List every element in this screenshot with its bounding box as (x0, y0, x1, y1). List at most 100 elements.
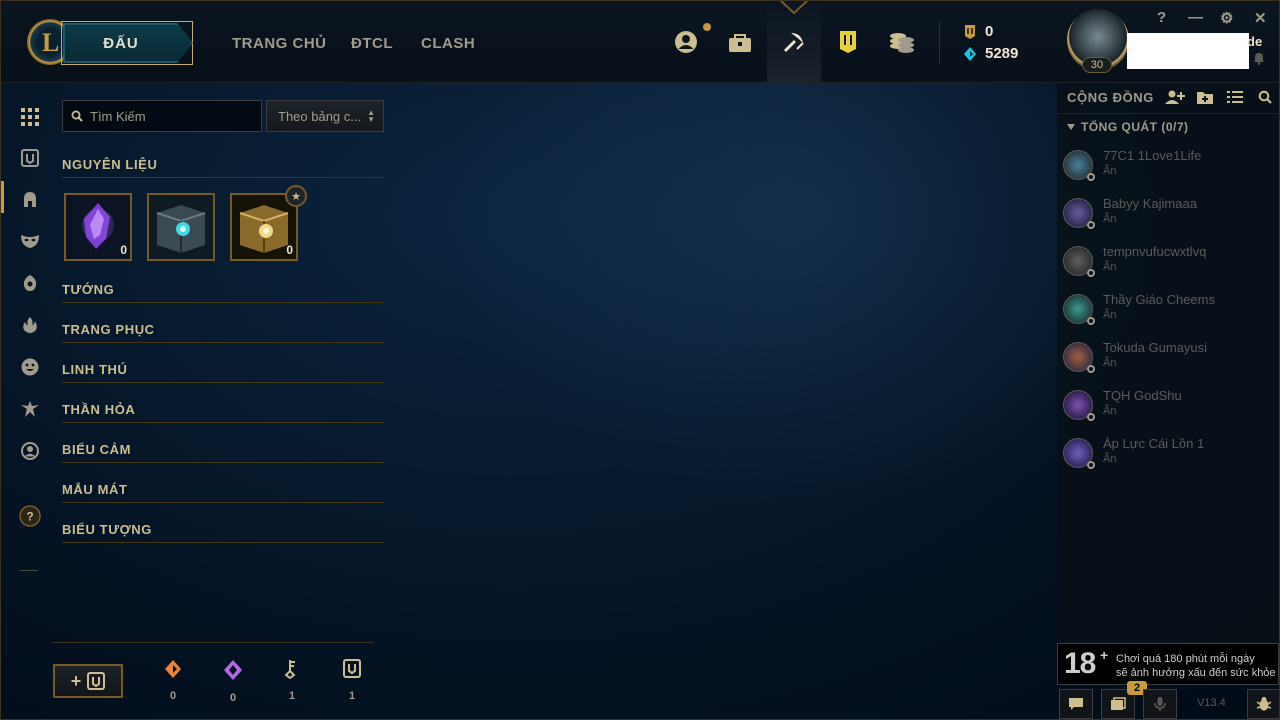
category-label: LINH THÚ (62, 362, 128, 377)
friend-item[interactable]: Tokuda Gumayusi Ẩn (1057, 337, 1279, 383)
friend-status: Ẩn (1103, 213, 1117, 225)
category-skins[interactable]: TRANG PHỤC (62, 321, 384, 343)
offline-status-icon (1087, 317, 1095, 325)
rail-separator (20, 570, 38, 571)
search-icon (71, 110, 83, 122)
item-count: 0 (120, 243, 127, 257)
riot-points-display[interactable]: 0 (963, 23, 993, 40)
nav-home[interactable]: TRANG CHỦ (232, 35, 327, 52)
friend-name: Tokuda Gumayusi (1103, 340, 1208, 355)
friend-item[interactable]: Babyy Kajimaaa Ẩn (1057, 193, 1279, 239)
friend-name: Babyy Kajimaaa (1103, 196, 1197, 211)
friend-status: Ẩn (1103, 357, 1117, 369)
help-question-icon[interactable]: ? (18, 504, 42, 528)
client-version: V13.4 (1197, 697, 1226, 709)
friend-item[interactable]: 77C1 1Love1Life Ẩn (1057, 145, 1279, 191)
offline-status-icon (1087, 221, 1095, 229)
hextech-chest-item[interactable] (147, 193, 215, 261)
friend-status: Ẩn (1103, 165, 1117, 177)
friend-status: Ẩn (1103, 405, 1117, 417)
dropdown-arrows-icon: ▲ ▼ (367, 108, 375, 124)
loot-icon[interactable] (779, 27, 809, 57)
add-friend-icon[interactable] (1165, 88, 1185, 106)
category-label: MẮU MÁT (62, 482, 128, 497)
category-emotes[interactable]: BIỂU CẢM (62, 441, 384, 463)
blue-essence-display[interactable]: 5289 (963, 45, 1018, 62)
profile-icon[interactable] (671, 27, 701, 57)
item-count: 0 (286, 243, 293, 257)
friend-group-general[interactable]: TỔNG QUÁT (0/7) (1057, 113, 1279, 139)
nav-clash[interactable]: CLASH (421, 35, 475, 52)
grid-icon[interactable] (18, 105, 42, 129)
champion-helmet-icon[interactable] (18, 188, 42, 212)
craft-key-button[interactable]: + (53, 664, 123, 698)
age-rating-notice: 18 + Chơi quá 180 phút mỗi ngày sẽ ảnh h… (1057, 643, 1279, 685)
clash-banner-icon[interactable] (833, 27, 863, 57)
close-button[interactable]: ✕ (1254, 9, 1267, 27)
sort-dropdown-value: Theo bảng c... (278, 108, 362, 124)
friend-item[interactable]: Thầy Giáo Cheems Ẩn (1057, 289, 1279, 335)
summoner-icon-icon[interactable] (18, 439, 42, 463)
collection-icon[interactable] (725, 27, 755, 57)
ward-totem-icon[interactable] (18, 397, 42, 421)
category-ward-skins[interactable]: MẮU MÁT (62, 481, 384, 503)
key-fragment-counter: 1 (280, 659, 304, 702)
skin-mask-icon[interactable] (18, 229, 42, 253)
friend-item[interactable]: TQH GodShu Ẩn (1057, 385, 1279, 431)
loot-search-box[interactable] (62, 100, 262, 132)
mythic-essence-item[interactable]: 0 (64, 193, 132, 261)
chest-icon[interactable] (18, 146, 42, 170)
riot-points-value: 0 (985, 23, 994, 40)
orange-essence-counter: 0 (161, 659, 185, 702)
settings-button[interactable]: ⚙ (1220, 9, 1233, 27)
friend-avatar (1063, 342, 1095, 373)
category-label: TRANG PHỤC (62, 322, 155, 337)
sort-dropdown[interactable]: Theo bảng c... ▲ ▼ (266, 100, 384, 132)
category-champions[interactable]: TƯỚNG (62, 281, 384, 303)
hextech-chest-icon (149, 195, 213, 259)
friend-item[interactable]: Áp Lực Cái Lồn 1 Ẩn (1057, 433, 1279, 479)
orange-essence-count: 0 (169, 690, 177, 702)
minimize-button[interactable]: — (1188, 9, 1203, 26)
report-bug-button[interactable] (1247, 689, 1279, 719)
category-materials[interactable]: NGUYÊN LIỆU (62, 156, 384, 178)
play-button[interactable]: ĐẤU (63, 23, 193, 63)
help-button[interactable]: ? (1157, 9, 1166, 26)
svg-text:?: ? (26, 510, 33, 524)
bug-icon (1247, 689, 1279, 719)
chest-counter: 1 (340, 659, 364, 702)
offline-status-icon (1087, 365, 1095, 373)
friend-avatar (1063, 150, 1095, 181)
chat-button[interactable] (1059, 689, 1093, 719)
friend-item[interactable]: tempnvufucwxtlvq Ẩn (1057, 241, 1279, 287)
header-divider (939, 21, 940, 65)
category-label: TƯỚNG (62, 282, 115, 297)
search-icon[interactable] (1255, 88, 1275, 106)
play-button-label: ĐẤU (103, 34, 139, 52)
offline-status-icon (1087, 461, 1095, 469)
voice-button[interactable] (1143, 689, 1177, 719)
offline-status-icon (1087, 173, 1095, 181)
friend-avatar (1063, 198, 1095, 229)
summoner-name-redacted (1127, 33, 1249, 69)
category-icons[interactable]: BIỂU TƯỢNG (62, 521, 384, 543)
friend-avatar (1063, 294, 1095, 325)
add-folder-icon[interactable] (1195, 88, 1215, 106)
nav-tft[interactable]: ĐTCL (351, 35, 393, 52)
summoner-level-badge: 30 (1082, 57, 1112, 73)
search-input[interactable] (90, 108, 250, 124)
list-view-icon[interactable] (1225, 88, 1245, 106)
store-icon[interactable] (887, 27, 917, 57)
key-fragment-count: 1 (288, 690, 296, 702)
chevron-down-icon (1067, 123, 1075, 130)
notification-bell-icon[interactable] (1253, 51, 1265, 65)
age-warning-text: Chơi quá 180 phút mỗi ngày sẽ ảnh hưởng … (1116, 652, 1276, 680)
age-warning-line-2: sẽ ảnh hưởng xấu đến sức khỏe (1116, 667, 1276, 679)
category-summoner-icons[interactable]: THẦN HỎA (62, 401, 384, 423)
emote-face-icon[interactable] (18, 355, 42, 379)
mythic-essence-small-icon (224, 660, 242, 680)
flame-icon[interactable] (18, 313, 42, 337)
little-legend-icon[interactable] (18, 271, 42, 295)
category-little-legends[interactable]: LINH THÚ (62, 361, 384, 383)
friend-avatar (1063, 390, 1095, 421)
